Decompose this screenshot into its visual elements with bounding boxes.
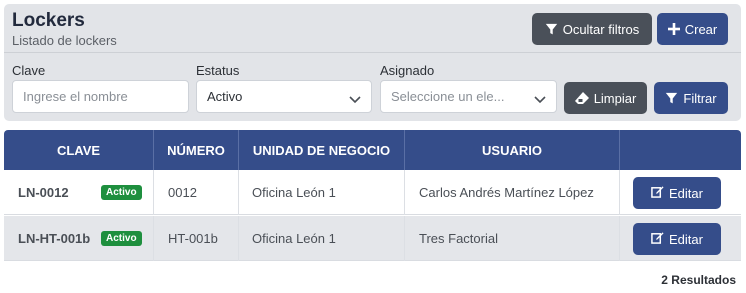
hide-filters-label: Ocultar filtros [562,21,640,37]
estatus-label: Estatus [196,63,240,78]
filter-icon [665,92,678,105]
clave-label: Clave [12,63,46,78]
status-badge: Activo [101,231,142,246]
numero-cell: HT-001b [154,216,239,261]
plus-icon [667,23,680,35]
chevron-down-icon [349,92,361,107]
edit-button[interactable]: Editar [633,223,721,255]
asignado-select[interactable]: Seleccione un ele... [380,80,557,113]
clave-placeholder: Ingrese el nombre [23,89,128,104]
status-badge: Activo [101,185,142,200]
filter-icon [545,23,558,36]
hide-filters-button[interactable]: Ocultar filtros [532,13,652,45]
page-title: Lockers [12,10,85,31]
column-header-unidad: UNIDAD DE NEGOCIO [239,130,405,170]
edit-label: Editar [669,185,703,201]
create-button[interactable]: Crear [657,13,728,45]
column-header-usuario: USUARIO [405,130,620,170]
results-count: 2 Resultados [661,273,736,287]
eraser-icon [574,92,589,104]
table-row: LN-0012 Activo 0012 Oficina León 1 Carlo… [4,170,741,215]
clave-input[interactable]: Ingrese el nombre [12,80,189,113]
estatus-select[interactable]: Activo [196,80,372,113]
header-divider [4,52,741,53]
filter-label: Filtrar [683,90,717,106]
table-header: CLAVE NÚMERO UNIDAD DE NEGOCIO USUARIO [4,130,741,170]
column-header-numero: NÚMERO [154,130,239,170]
create-label: Crear [684,21,718,37]
edit-icon [651,185,664,201]
chevron-down-icon [534,92,546,107]
edit-label: Editar [669,231,703,247]
estatus-value: Activo [207,89,243,104]
usuario-cell: Tres Factorial [405,216,620,261]
edit-icon [651,231,664,247]
unidad-cell: Oficina León 1 [239,170,405,215]
asignado-placeholder: Seleccione un ele... [391,89,505,104]
page-subtitle: Listado de lockers [12,33,117,48]
filter-button[interactable]: Filtrar [654,82,728,114]
unidad-cell: Oficina León 1 [239,216,405,261]
edit-button[interactable]: Editar [633,177,721,209]
table-row: LN-HT-001b Activo HT-001b Oficina León 1… [4,216,741,261]
column-header-clave: CLAVE [4,130,154,170]
usuario-cell: Carlos Andrés Martínez López [405,170,620,215]
clear-button[interactable]: Limpiar [564,82,647,114]
clear-label: Limpiar [593,90,637,106]
asignado-label: Asignado [380,63,435,78]
numero-cell: 0012 [154,170,239,215]
